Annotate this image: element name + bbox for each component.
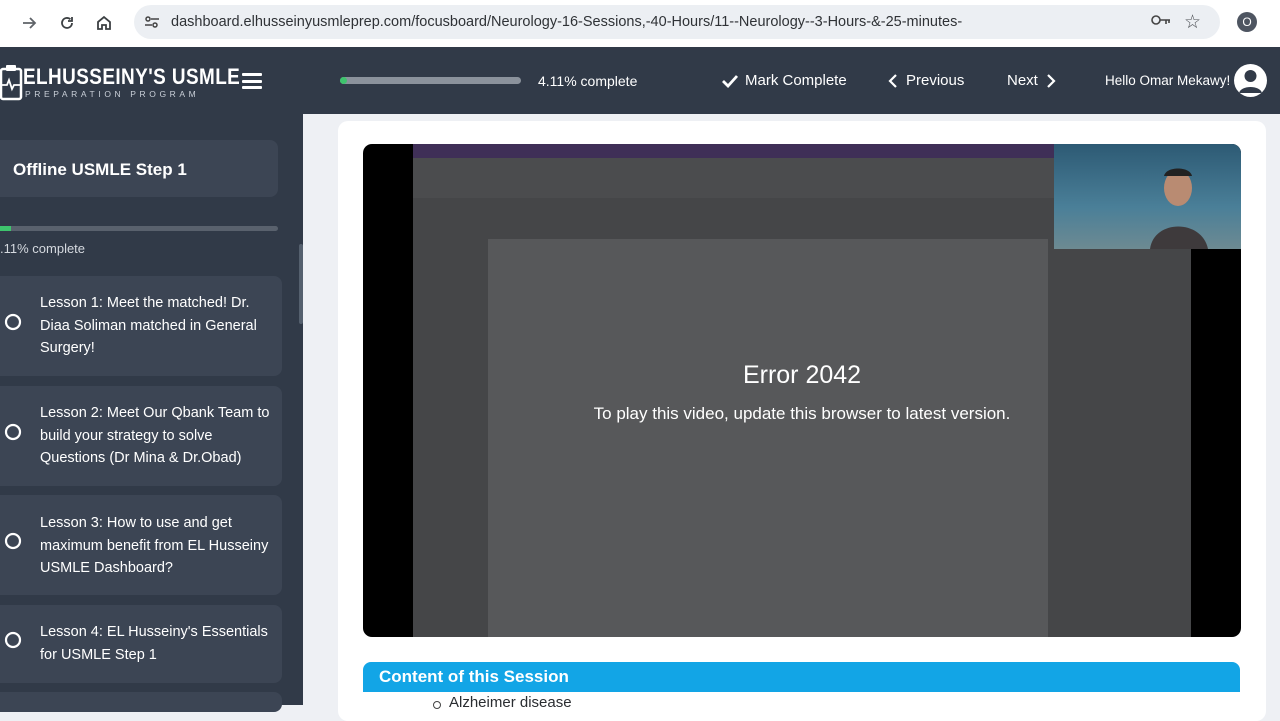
lesson-4-label[interactable]: Lesson 4: EL Husseiny's Essentials for U… [40, 621, 270, 666]
menu-hamburger-icon[interactable] [242, 73, 262, 89]
lesson-1-label[interactable]: Lesson 1: Meet the matched! Dr. Diaa Sol… [40, 292, 270, 360]
logo-icon[interactable] [0, 63, 24, 108]
video-error-title: Error 2042 [742, 361, 862, 389]
video-player[interactable] [363, 144, 1241, 637]
site-settings-icon[interactable] [143, 13, 161, 31]
lesson-status-circle-icon [4, 313, 22, 331]
logo-title[interactable]: ELHUSSEINY'S USMLE [23, 64, 240, 90]
lesson-3-label[interactable]: Lesson 3: How to use and get maximum ben… [40, 512, 270, 580]
mark-complete-button[interactable]: Mark Complete [721, 72, 847, 89]
lesson-2-label[interactable]: Lesson 2: Meet Our Qbank Team to build y… [40, 402, 270, 470]
course-progress-bar [340, 77, 521, 84]
address-bar[interactable]: dashboard.elhusseinyusmleprep.com/focusb… [134, 5, 1220, 39]
checkmark-icon [722, 74, 739, 88]
video-frame [413, 144, 1241, 637]
sidebar-progress-bar [0, 226, 278, 231]
course-title: Offline USMLE Step 1 [13, 160, 187, 179]
session-content-title: Content of this Session [379, 667, 569, 686]
previous-button[interactable]: Previous [888, 72, 964, 89]
user-avatar-icon[interactable] [1234, 64, 1267, 97]
password-key-icon[interactable] [1151, 13, 1171, 32]
reload-icon[interactable] [54, 10, 80, 36]
home-icon[interactable] [91, 10, 117, 36]
forward-icon[interactable] [16, 10, 42, 36]
bookmark-star-icon[interactable]: ☆ [1184, 11, 1201, 34]
chevron-left-icon [888, 73, 897, 88]
sidebar-progress-text: .11% complete [0, 241, 86, 256]
list-bullet-icon [433, 701, 441, 709]
user-greeting: Hello Omar Mekawy! [1105, 73, 1231, 88]
sidebar-lesson-5[interactable] [0, 692, 282, 712]
session-content-item: Alzheimer disease [449, 694, 572, 711]
lesson-status-circle-icon [4, 631, 22, 649]
course-progress-text: 4.11% complete [538, 73, 638, 89]
next-label: Next [1007, 72, 1038, 89]
url-text[interactable]: dashboard.elhusseinyusmleprep.com/focusb… [171, 14, 962, 30]
chevron-right-icon [1047, 73, 1056, 88]
webcam-overlay [1054, 144, 1241, 249]
lesson-status-circle-icon [4, 532, 22, 550]
lesson-status-circle-icon [4, 423, 22, 441]
browser-profile-avatar[interactable]: O [1237, 12, 1257, 32]
mark-complete-label: Mark Complete [745, 72, 847, 89]
browser-toolbar: dashboard.elhusseinyusmleprep.com/focusb… [0, 0, 1280, 48]
logo-subtitle: PREPARATION PROGRAM [25, 89, 200, 99]
video-error-message: To play this video, update this browser … [593, 404, 1011, 423]
previous-label: Previous [906, 72, 965, 89]
next-button[interactable]: Next [1007, 72, 1056, 89]
